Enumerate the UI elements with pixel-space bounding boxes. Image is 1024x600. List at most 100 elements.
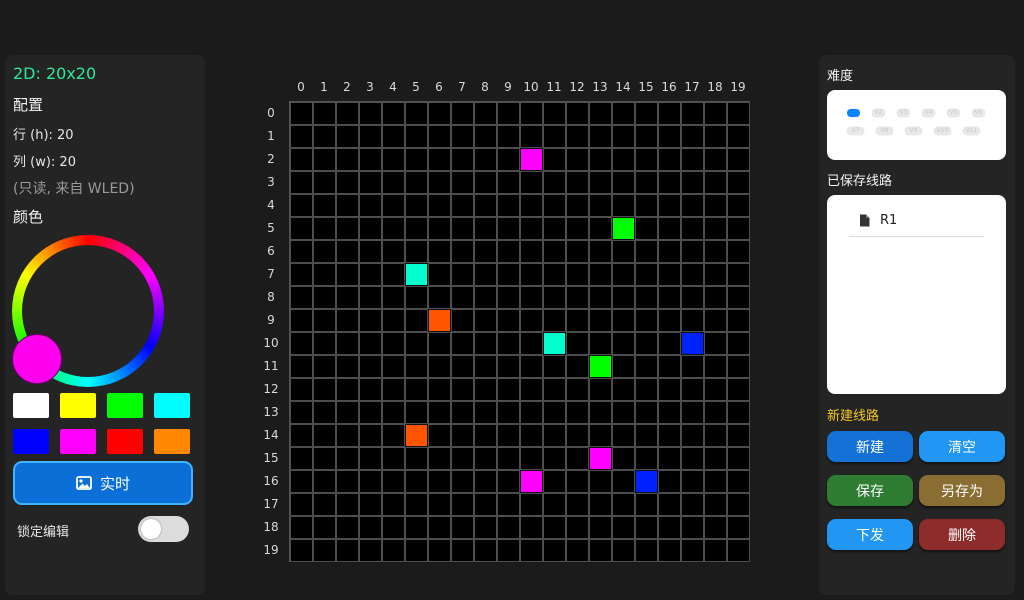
grid-cell[interactable]	[704, 401, 727, 424]
grid-cell[interactable]	[589, 102, 612, 125]
grid-cell[interactable]	[589, 194, 612, 217]
grid-cell[interactable]	[336, 401, 359, 424]
grid-cell[interactable]	[566, 424, 589, 447]
grid-cell[interactable]	[566, 355, 589, 378]
grid-cell[interactable]	[704, 171, 727, 194]
grid-cell[interactable]	[497, 217, 520, 240]
grid-cell[interactable]	[313, 171, 336, 194]
grid-cell[interactable]	[405, 286, 428, 309]
grid-cell[interactable]	[635, 194, 658, 217]
grid-cell[interactable]	[520, 217, 543, 240]
grid-cell[interactable]	[313, 447, 336, 470]
grid-cell[interactable]	[336, 539, 359, 562]
grid-cell[interactable]	[589, 493, 612, 516]
grid-cell[interactable]	[681, 217, 704, 240]
color-swatch[interactable]	[13, 429, 49, 454]
grid-cell[interactable]	[474, 102, 497, 125]
grid-cell[interactable]	[543, 286, 566, 309]
grid-cell[interactable]	[612, 516, 635, 539]
grid-cell[interactable]	[290, 194, 313, 217]
grid-cell[interactable]	[290, 424, 313, 447]
grid-cell[interactable]	[290, 309, 313, 332]
grid-cell[interactable]	[359, 194, 382, 217]
grid-cell[interactable]	[658, 401, 681, 424]
grid-cell[interactable]	[658, 355, 681, 378]
grid-cell[interactable]	[382, 539, 405, 562]
grid-cell[interactable]	[566, 401, 589, 424]
grid-cell[interactable]	[704, 378, 727, 401]
grid-cell[interactable]	[704, 240, 727, 263]
grid-cell[interactable]	[681, 102, 704, 125]
grid-cell[interactable]	[359, 516, 382, 539]
grid-cell[interactable]	[589, 240, 612, 263]
grid-cell[interactable]	[520, 171, 543, 194]
grid-cell[interactable]	[658, 194, 681, 217]
grid-cell[interactable]	[704, 286, 727, 309]
grid-cell[interactable]	[612, 194, 635, 217]
grid-cell[interactable]	[681, 148, 704, 171]
grid-cell[interactable]	[428, 217, 451, 240]
grid-cell[interactable]	[497, 424, 520, 447]
grid-cell[interactable]	[474, 447, 497, 470]
grid-cell[interactable]	[727, 217, 750, 240]
difficulty-option[interactable]: V1	[847, 109, 860, 117]
grid-cell[interactable]	[635, 401, 658, 424]
grid-cell[interactable]	[658, 424, 681, 447]
grid-cell[interactable]	[727, 378, 750, 401]
grid-cell[interactable]	[520, 286, 543, 309]
grid-cell[interactable]	[313, 148, 336, 171]
grid-cell[interactable]	[543, 148, 566, 171]
grid-cell[interactable]	[290, 240, 313, 263]
grid-cell[interactable]	[727, 539, 750, 562]
grid-cell[interactable]	[658, 125, 681, 148]
grid-cell[interactable]	[727, 355, 750, 378]
grid-cell[interactable]	[359, 309, 382, 332]
grid-cell[interactable]	[474, 263, 497, 286]
color-swatch[interactable]	[154, 429, 190, 454]
grid-cell[interactable]	[313, 102, 336, 125]
grid-cell[interactable]	[336, 102, 359, 125]
grid-cell[interactable]	[543, 378, 566, 401]
grid-cell[interactable]	[497, 470, 520, 493]
grid-cell[interactable]	[428, 102, 451, 125]
grid-cell[interactable]	[704, 539, 727, 562]
grid-cell[interactable]	[382, 171, 405, 194]
grid-cell[interactable]	[520, 378, 543, 401]
grid-cell[interactable]	[428, 125, 451, 148]
grid-cell[interactable]	[451, 378, 474, 401]
grid-cell[interactable]	[290, 470, 313, 493]
grid-cell[interactable]	[727, 516, 750, 539]
grid-cell[interactable]	[382, 102, 405, 125]
grid-cell[interactable]	[405, 125, 428, 148]
grid-cell[interactable]	[474, 240, 497, 263]
grid-cell[interactable]	[405, 171, 428, 194]
grid-cell[interactable]	[405, 378, 428, 401]
grid-cell[interactable]	[658, 217, 681, 240]
grid-cell[interactable]	[497, 516, 520, 539]
grid-cell[interactable]	[451, 125, 474, 148]
led-matrix-grid[interactable]	[289, 101, 750, 562]
grid-cell[interactable]	[543, 102, 566, 125]
grid-cell[interactable]	[474, 194, 497, 217]
grid-cell[interactable]	[451, 148, 474, 171]
color-swatch[interactable]	[60, 429, 96, 454]
grid-cell[interactable]	[566, 332, 589, 355]
grid-cell[interactable]	[497, 102, 520, 125]
grid-cell[interactable]	[520, 309, 543, 332]
grid-cell[interactable]	[589, 286, 612, 309]
grid-cell[interactable]	[313, 470, 336, 493]
grid-cell[interactable]	[566, 286, 589, 309]
difficulty-option[interactable]: V9	[905, 127, 922, 135]
delete-button[interactable]: 删除	[919, 519, 1005, 550]
grid-cell[interactable]	[359, 240, 382, 263]
grid-cell[interactable]	[451, 194, 474, 217]
grid-cell[interactable]	[658, 493, 681, 516]
grid-cell[interactable]	[681, 355, 704, 378]
grid-cell[interactable]	[704, 102, 727, 125]
grid-cell[interactable]	[290, 102, 313, 125]
lit-cell[interactable]	[543, 332, 566, 355]
grid-cell[interactable]	[474, 493, 497, 516]
grid-cell[interactable]	[612, 332, 635, 355]
grid-cell[interactable]	[382, 516, 405, 539]
grid-cell[interactable]	[612, 447, 635, 470]
